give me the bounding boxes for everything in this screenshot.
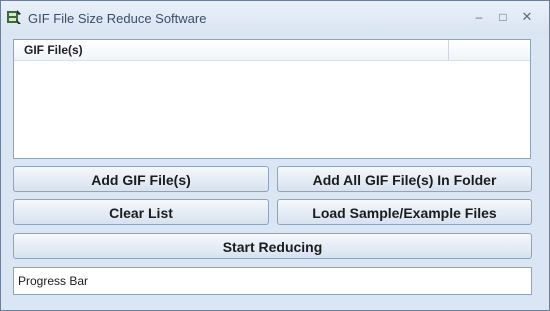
start-reducing-button[interactable]: Start Reducing — [13, 233, 532, 259]
list-header: GIF File(s) — [14, 40, 530, 61]
list-body[interactable] — [14, 61, 530, 158]
app-icon — [7, 10, 21, 24]
clear-list-button[interactable]: Clear List — [13, 199, 269, 225]
close-icon[interactable]: ✕ — [519, 9, 535, 25]
add-gif-files-button[interactable]: Add GIF File(s) — [13, 166, 269, 192]
column-header-gif-files[interactable]: GIF File(s) — [14, 40, 449, 60]
add-all-in-folder-button[interactable]: Add All GIF File(s) In Folder — [277, 166, 532, 192]
maximize-icon[interactable]: □ — [495, 9, 511, 25]
progress-label: Progress Bar — [18, 274, 89, 288]
load-sample-files-button[interactable]: Load Sample/Example Files — [277, 199, 532, 225]
main-window: GIF File Size Reduce Software – □ ✕ GIF … — [0, 0, 550, 311]
progress-bar: Progress Bar — [13, 267, 532, 295]
window-title: GIF File Size Reduce Software — [28, 11, 207, 26]
title-bar[interactable]: GIF File Size Reduce Software – □ ✕ — [1, 1, 549, 35]
gif-file-list[interactable]: GIF File(s) — [13, 39, 531, 159]
minimize-icon[interactable]: – — [471, 9, 487, 25]
